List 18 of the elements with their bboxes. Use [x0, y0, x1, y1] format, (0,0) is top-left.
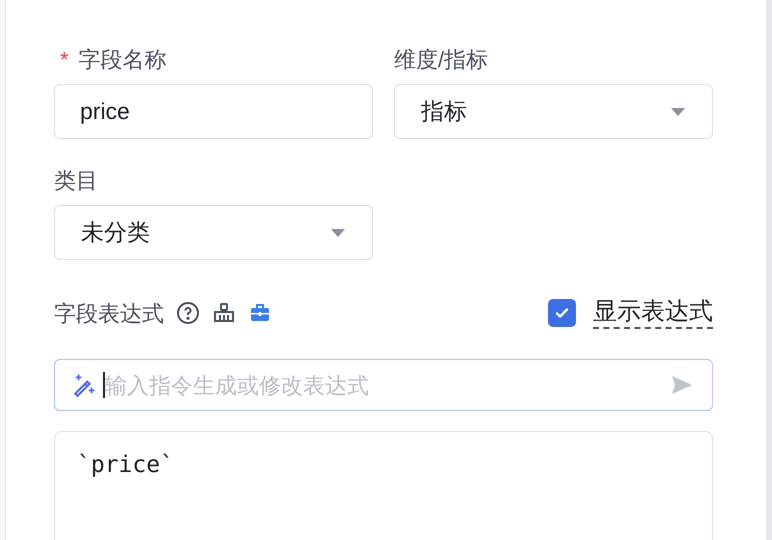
category-select[interactable]: 未分类 [54, 205, 373, 260]
required-asterisk: * [60, 46, 69, 74]
field-name-input[interactable]: price [54, 84, 373, 139]
dropdown-caret-icon [670, 106, 686, 116]
field-label: 类目 [54, 166, 98, 194]
dimension-select[interactable]: 指标 [394, 84, 713, 139]
field-label: 维度/指标 [394, 46, 488, 74]
field-label: 字段名称 [78, 46, 167, 74]
show-expression-label[interactable]: 显示表达式 [593, 297, 713, 329]
magic-wand-icon [71, 372, 97, 398]
code-editor[interactable]: `price` [54, 431, 713, 540]
field-label: 字段表达式 [54, 300, 164, 328]
placeholder-text: 输入指令生成或修改表达式 [105, 372, 369, 400]
dropdown-caret-icon [330, 228, 346, 238]
brush-icon[interactable] [212, 301, 236, 325]
checkbox[interactable] [548, 299, 576, 327]
help-icon[interactable] [176, 301, 200, 325]
code-text: `price` [77, 452, 174, 478]
